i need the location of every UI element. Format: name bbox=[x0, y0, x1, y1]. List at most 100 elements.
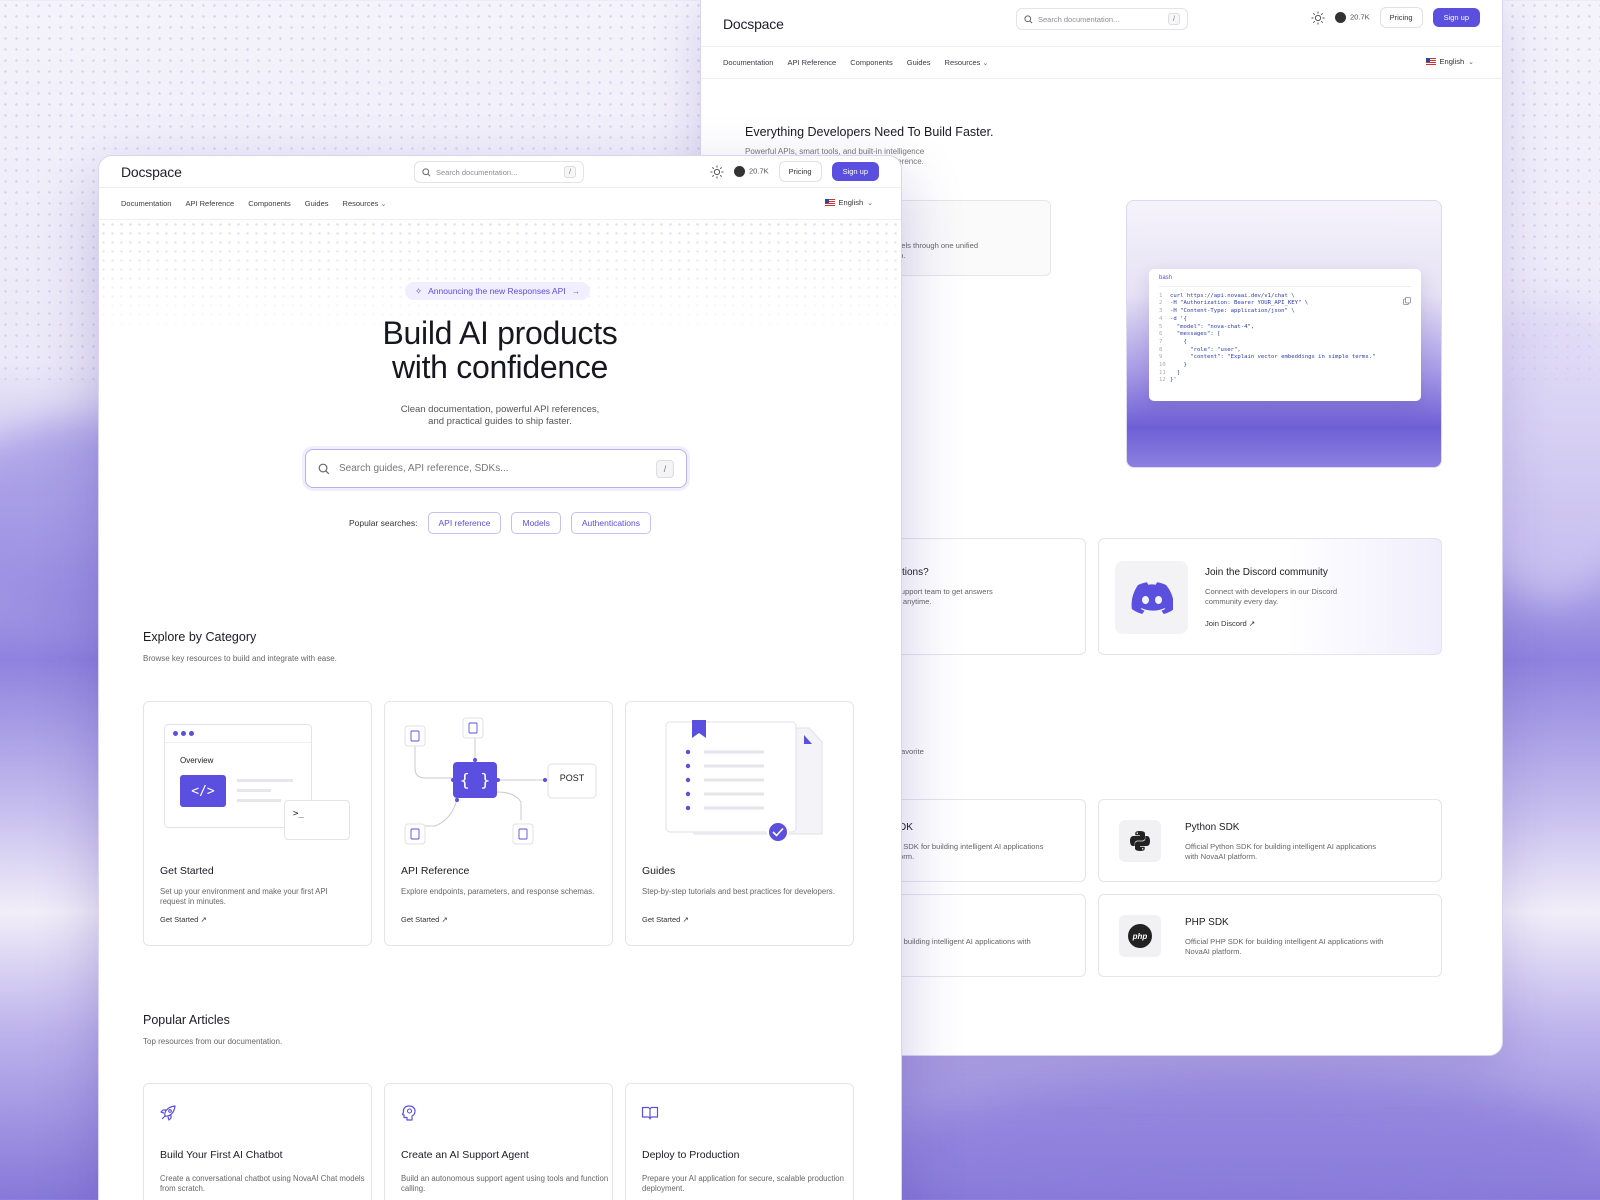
card-link-label: Get Started bbox=[160, 915, 199, 924]
support-card-desc-line: s anytime. bbox=[897, 596, 932, 606]
code-line: 3 -H "Content-Type: application/json" \ bbox=[1159, 308, 1411, 316]
article-card[interactable]: Build Your First AI Chatbot Create a con… bbox=[143, 1083, 372, 1200]
code-text: "content": "Explain vector embeddings in… bbox=[1170, 354, 1376, 361]
line-number: 10 bbox=[1159, 362, 1166, 369]
line-number: 4 bbox=[1159, 315, 1163, 322]
php-sdk-desc-line: NovaAI platform. bbox=[1185, 946, 1242, 956]
nav-api-reference[interactable]: API Reference bbox=[787, 58, 836, 67]
code-line: 6 "messages": [ bbox=[1159, 331, 1411, 339]
sdk-card[interactable]: DK t SDK for building intelligent AI app… bbox=[876, 799, 1086, 882]
articles-subtitle: Top resources from our documentation. bbox=[143, 1037, 283, 1046]
discord-icon-box bbox=[1115, 561, 1188, 634]
hero-subtitle-line: Clean documentation, powerful API refere… bbox=[400, 404, 600, 415]
python-sdk-desc-line: with NovaAI platform. bbox=[1185, 851, 1258, 861]
terminal-icon: >_ bbox=[284, 800, 350, 840]
popular-chip-authentications[interactable]: Authentications bbox=[570, 512, 652, 534]
article-card[interactable]: Deploy to Production Prepare your AI app… bbox=[625, 1083, 854, 1200]
github-icon bbox=[1335, 12, 1347, 23]
card-link-label: Get Started bbox=[401, 915, 440, 924]
feature-card[interactable]: dels through one unified m. bbox=[876, 200, 1051, 276]
rocket-icon bbox=[160, 1105, 176, 1121]
signup-button[interactable]: Sign up bbox=[831, 162, 879, 181]
line-number: 11 bbox=[1159, 369, 1166, 376]
language-select[interactable]: English ⌄ bbox=[1425, 57, 1474, 66]
announcement-text: Announcing the new Responses API bbox=[428, 286, 566, 296]
signup-button[interactable]: Sign up bbox=[1432, 8, 1480, 27]
nav-components[interactable]: Components bbox=[850, 58, 893, 67]
copy-icon[interactable] bbox=[1403, 297, 1411, 305]
popular-chip-models[interactable]: Models bbox=[511, 512, 561, 534]
line-number: 9 bbox=[1159, 354, 1163, 361]
sdk-section-subtitle: avorite bbox=[901, 747, 924, 756]
search-input[interactable]: Search documentation... / bbox=[414, 161, 584, 183]
github-link[interactable]: 20.7K bbox=[1335, 12, 1370, 23]
code-text: -H "Content-Type: application/json" \ bbox=[1170, 308, 1295, 315]
card-title: Get Started bbox=[160, 865, 214, 877]
card-link[interactable]: Get Started ↗ bbox=[160, 915, 355, 924]
chevron-down-icon: ⌄ bbox=[1468, 58, 1474, 66]
category-card-api-reference[interactable]: { } POST API Reference Explore endpoints… bbox=[384, 701, 613, 946]
card-link-label: Get Started bbox=[642, 915, 681, 924]
code-text: { bbox=[1170, 338, 1187, 345]
logo[interactable]: Docspace bbox=[723, 16, 784, 32]
announcement-badge[interactable]: ✧ Announcing the new Responses API → bbox=[405, 282, 591, 300]
top-bar: Docspace Search documentation... / 20.7K… bbox=[701, 1, 1502, 47]
python-sdk-desc: Official Python SDK for building intelli… bbox=[1185, 842, 1376, 861]
code-line: 9 "content": "Explain vector embeddings … bbox=[1159, 354, 1411, 362]
github-count: 20.7K bbox=[749, 166, 769, 176]
explore-subtitle: Browse key resources to build and integr… bbox=[143, 654, 337, 663]
line-number: 8 bbox=[1159, 346, 1163, 353]
line-number: 5 bbox=[1159, 323, 1163, 330]
feature-card-desc-line: m. bbox=[897, 251, 978, 261]
discord-card[interactable]: Join the Discord community Connect with … bbox=[1098, 538, 1442, 655]
category-card-guides[interactable]: Guides Step-by-step tutorials and best p… bbox=[625, 701, 854, 946]
sdk-card[interactable]: r building intelligent AI applications w… bbox=[876, 894, 1086, 977]
line-graphic bbox=[237, 799, 281, 802]
code-text: "role": "user", bbox=[1170, 346, 1241, 353]
nav-guides[interactable]: Guides bbox=[907, 58, 931, 67]
language-label: English bbox=[838, 198, 864, 207]
logo[interactable]: Docspace bbox=[121, 164, 182, 180]
support-card[interactable]: stions? support team to get answers s an… bbox=[876, 538, 1086, 655]
article-title: Build Your First AI Chatbot bbox=[160, 1149, 283, 1161]
search-input[interactable]: Search documentation... / bbox=[1016, 8, 1188, 30]
nav-resources[interactable]: Resources ⌄ bbox=[343, 199, 387, 208]
background-blur bbox=[900, 1080, 1600, 1200]
sdk-card-desc: t SDK for building intelligent AI applic… bbox=[899, 842, 1043, 861]
github-link[interactable]: 20.7K bbox=[734, 166, 769, 177]
language-select[interactable]: English ⌄ bbox=[824, 198, 873, 207]
article-card[interactable]: Create an AI Support Agent Build an auto… bbox=[384, 1083, 613, 1200]
php-sdk-card[interactable]: php PHP SDK Official PHP SDK for buildin… bbox=[1098, 894, 1442, 977]
sdk-card-desc-line: t SDK for building intelligent AI applic… bbox=[899, 842, 1044, 851]
card-link[interactable]: Get Started ↗ bbox=[642, 915, 837, 924]
sun-icon[interactable] bbox=[1311, 11, 1325, 25]
python-sdk-card[interactable]: Python SDK Official Python SDK for build… bbox=[1098, 799, 1442, 882]
nav-documentation[interactable]: Documentation bbox=[723, 58, 773, 67]
search-icon bbox=[422, 167, 431, 176]
discord-card-title: Join the Discord community bbox=[1205, 567, 1328, 578]
nav-components[interactable]: Components bbox=[248, 199, 291, 208]
nav-guides[interactable]: Guides bbox=[305, 199, 329, 208]
nav-resources-label: Resources bbox=[342, 199, 379, 208]
pricing-button[interactable]: Pricing bbox=[1379, 7, 1423, 28]
card-desc: Explore endpoints, parameters, and respo… bbox=[401, 887, 595, 896]
chevron-down-icon: ⌄ bbox=[380, 201, 387, 208]
arrow-up-right-icon: ↗ bbox=[682, 915, 689, 924]
pricing-button[interactable]: Pricing bbox=[778, 161, 822, 182]
category-card-get-started[interactable]: Overview </> >_ Get Started Set up your … bbox=[143, 701, 372, 946]
hero-search-input[interactable]: Search guides, API reference, SDKs... / bbox=[305, 449, 687, 488]
code-tab[interactable]: bash bbox=[1159, 275, 1411, 287]
line-number: 1 bbox=[1159, 292, 1163, 299]
hero-search-placeholder: Search guides, API reference, SDKs... bbox=[339, 463, 509, 474]
nav-api-reference[interactable]: API Reference bbox=[185, 199, 234, 208]
shortcut-key: / bbox=[656, 459, 674, 478]
nav-documentation[interactable]: Documentation bbox=[121, 199, 171, 208]
join-discord-link[interactable]: Join Discord ↗ bbox=[1205, 619, 1255, 629]
nav-resources[interactable]: Resources ⌄ bbox=[945, 58, 989, 67]
card-link[interactable]: Get Started ↗ bbox=[401, 915, 596, 924]
sun-icon[interactable] bbox=[710, 165, 724, 179]
popular-chip-api-reference[interactable]: API reference bbox=[427, 512, 502, 534]
php-icon-box: php bbox=[1119, 915, 1161, 957]
front-window: Docspace Search documentation... / 20.7K… bbox=[98, 155, 902, 1200]
us-flag-icon bbox=[1425, 58, 1436, 65]
